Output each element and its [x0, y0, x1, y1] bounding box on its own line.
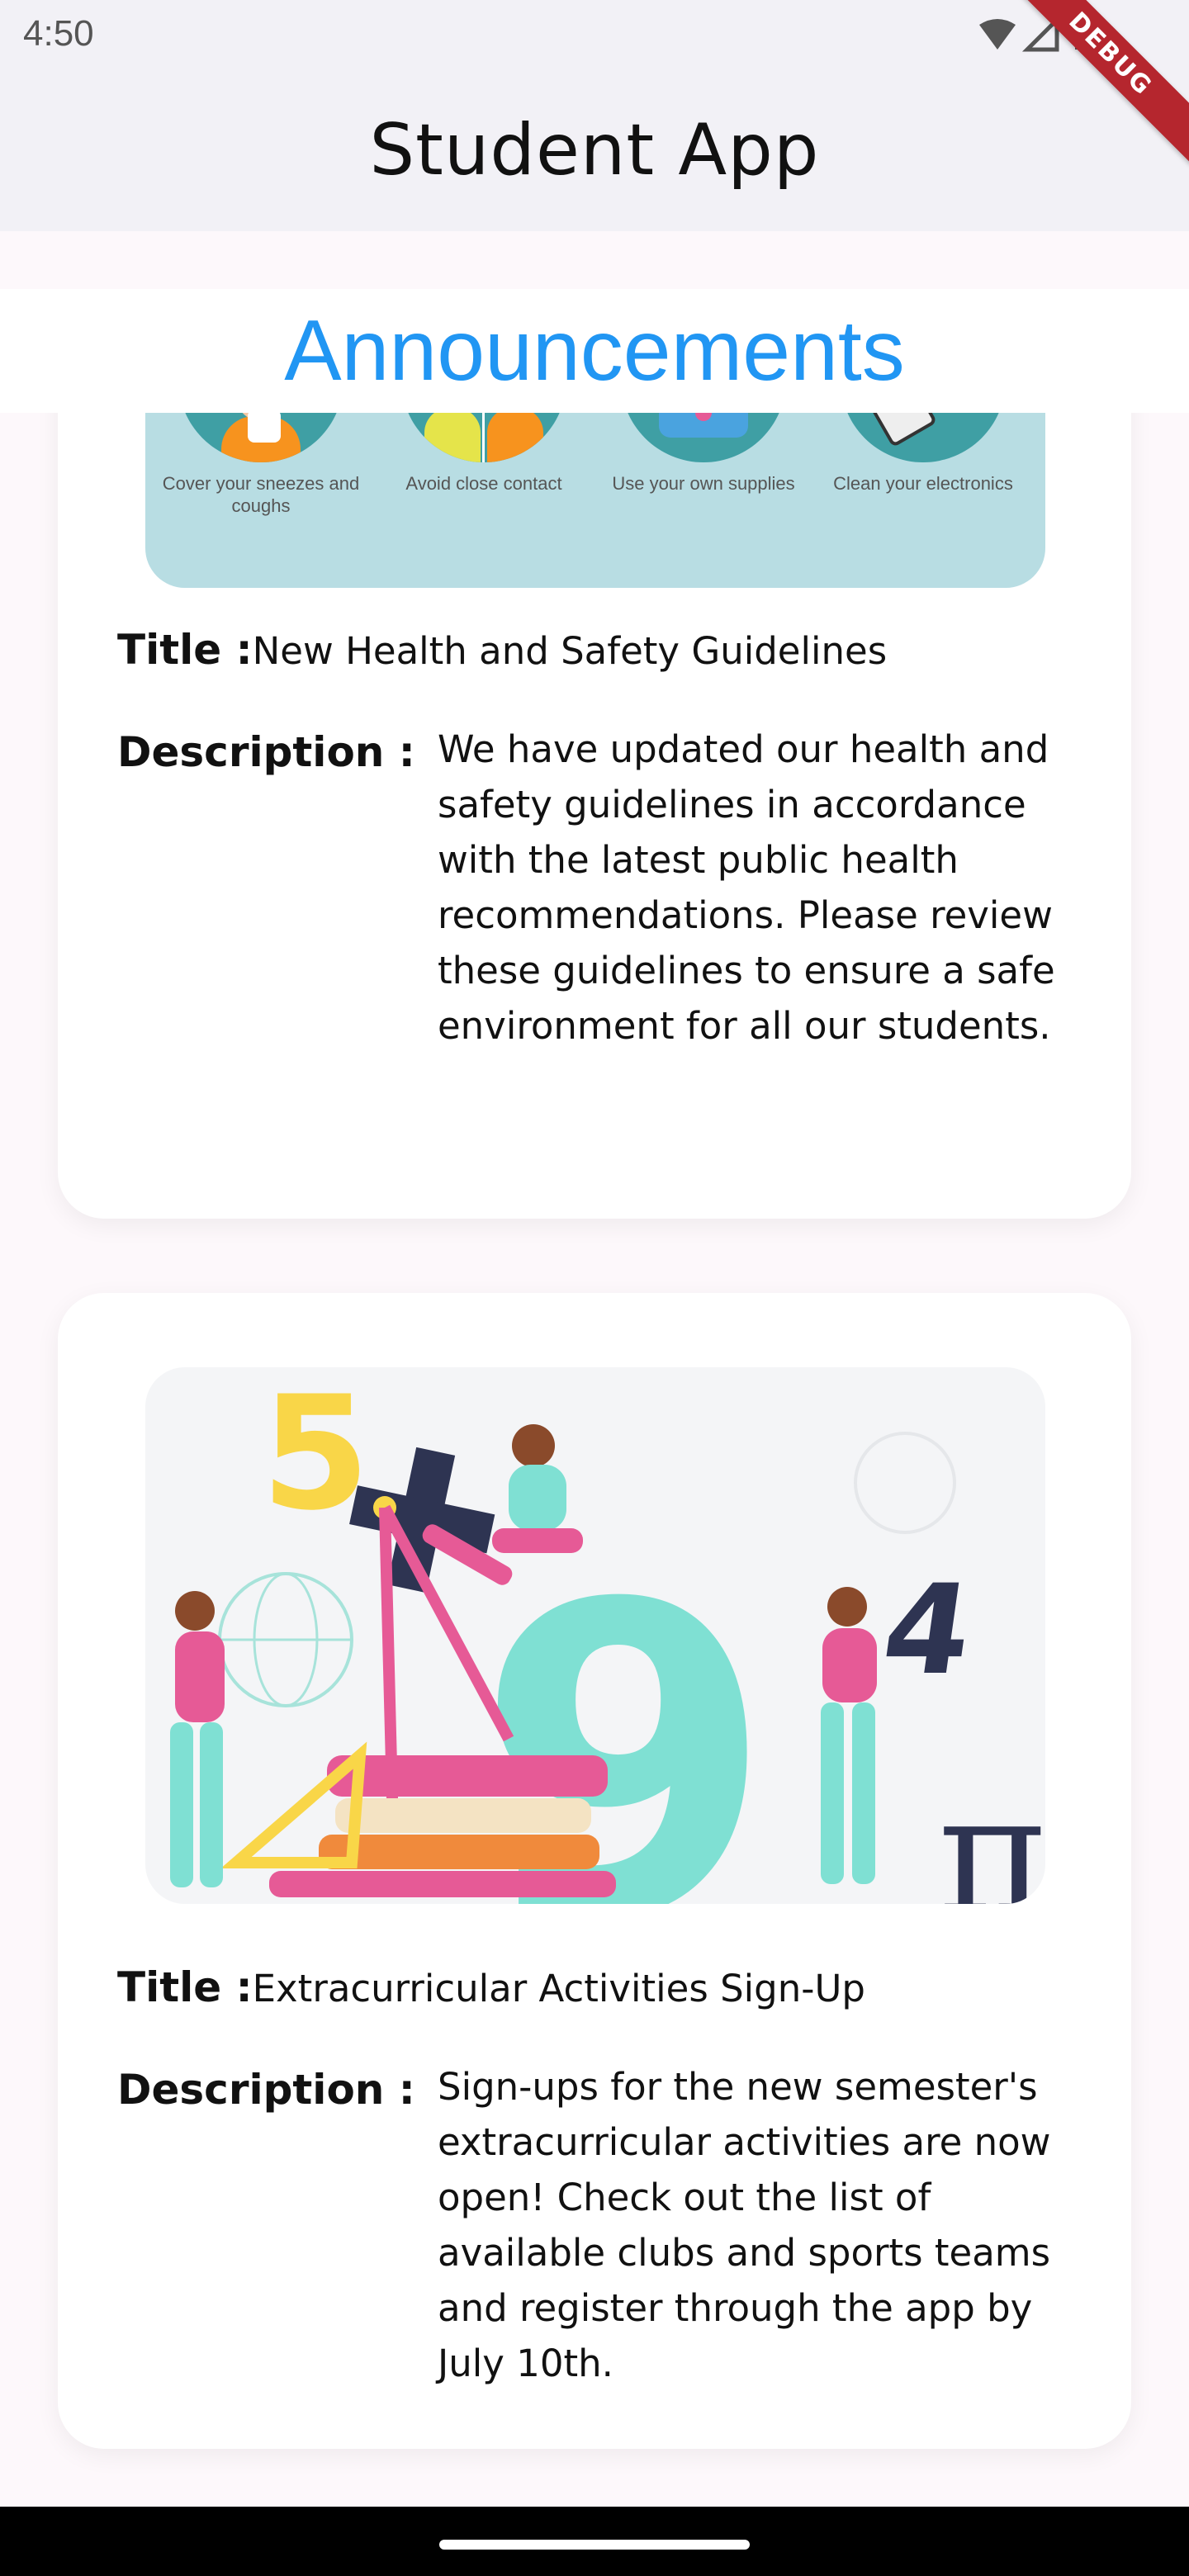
description-label: Description :	[117, 728, 415, 776]
number-four-glyph: 4	[874, 1558, 981, 1702]
announcement-description: We have updated our health and safety gu…	[438, 727, 1055, 1048]
title-label: Title :	[117, 1963, 253, 2011]
home-gesture-handle[interactable]	[439, 2540, 750, 2550]
hygiene-tip-label: Avoid close contact	[405, 473, 562, 494]
hygiene-tip-label: Use your own supplies	[612, 473, 795, 494]
status-time: 4:50	[23, 13, 94, 54]
app-bar: Student App	[0, 69, 1189, 231]
announcement-title-row: Title : New Health and Safety Guidelines	[117, 626, 887, 674]
pi-glyph: π	[938, 1759, 1045, 1904]
wifi-icon	[979, 19, 1016, 50]
announcement-title-row: Title : Extracurricular Activities Sign-…	[117, 1963, 865, 2011]
title-label: Title :	[117, 626, 253, 674]
hygiene-tip-label: Cover your sneezes and coughs	[162, 473, 360, 516]
student-figure-left	[170, 1591, 225, 1887]
description-label: Description :	[117, 2066, 415, 2114]
section-header: Announcements	[0, 289, 1189, 413]
hygiene-tip-label: Clean your electronics	[833, 473, 1013, 494]
status-bar: 4:50	[0, 0, 1189, 69]
section-title: Announcements	[284, 302, 905, 399]
announcement-card[interactable]: Cover your sneezes and coughs Avoid clos…	[58, 363, 1131, 1219]
system-nav-bar	[0, 2507, 1189, 2576]
math-illustration: 5 4 π 9	[170, 1367, 1045, 1904]
books-stack	[269, 1755, 616, 1897]
app-title: Student App	[369, 109, 820, 192]
announcement-title: New Health and Safety Guidelines	[252, 629, 888, 673]
announcement-title: Extracurricular Activities Sign-Up	[252, 1967, 865, 2010]
announcement-card[interactable]: 5 4 π 9 Title: Extracurricular Activiti…	[58, 1293, 1131, 2449]
announcement-image: 5 4 π 9	[145, 1367, 1045, 1904]
student-figure-right	[821, 1587, 877, 1884]
announcement-description: Sign-ups for the new semester's extracur…	[438, 2065, 1051, 2385]
